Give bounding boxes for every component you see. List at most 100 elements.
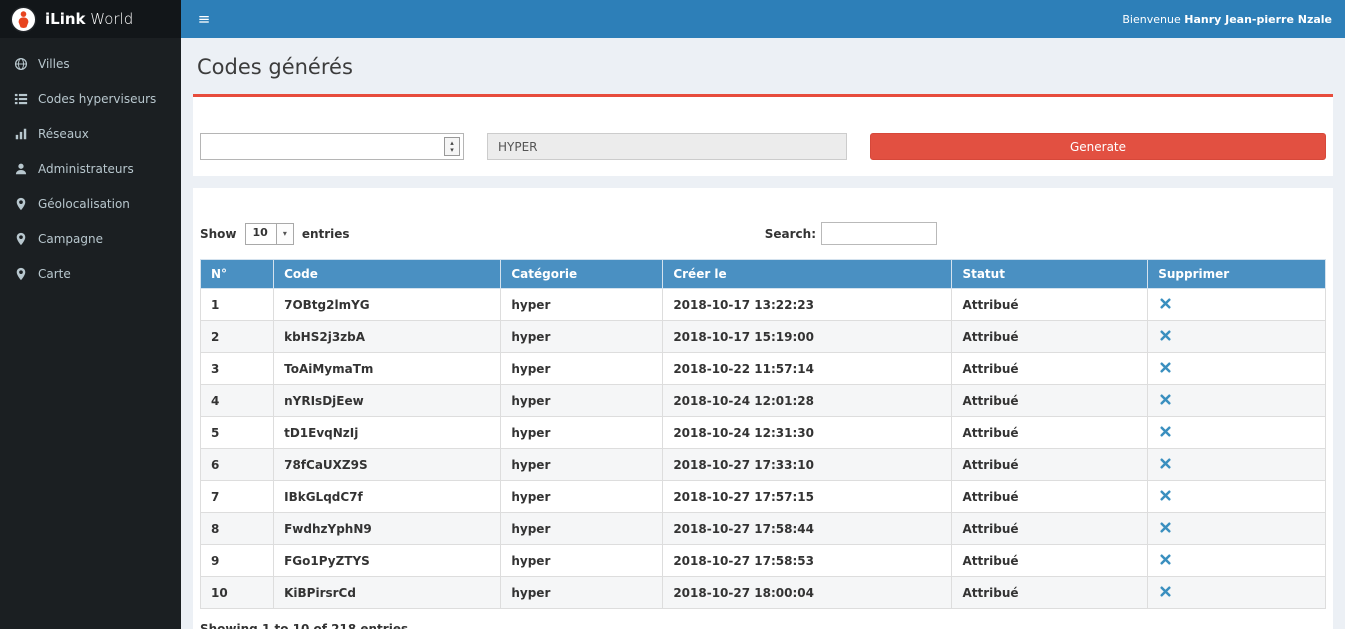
sidebar-item-label: Codes hyperviseurs	[38, 92, 156, 106]
app-window: iLink World Villes Codes hyperviseurs Ré…	[0, 0, 1345, 629]
cell-num: 5	[201, 417, 274, 449]
cell-category: hyper	[501, 417, 663, 449]
globe-icon	[13, 56, 28, 71]
delete-code-icon[interactable]	[1158, 585, 1173, 598]
cell-status: Attribué	[952, 417, 1148, 449]
delete-code-icon[interactable]	[1158, 329, 1173, 342]
chevron-down-icon: ▾	[276, 224, 293, 244]
content: Codes générés ▴ ▾ Generate	[181, 38, 1345, 629]
cell-created: 2018-10-27 17:58:44	[663, 513, 952, 545]
table-info: Showing 1 to 10 of 218 entries	[200, 622, 1326, 629]
table-row: 6 78fCaUXZ9S hyper 2018-10-27 17:33:10 A…	[201, 449, 1326, 481]
delete-code-icon[interactable]	[1158, 361, 1173, 374]
table-row: 4 nYRIsDjEew hyper 2018-10-24 12:01:28 A…	[201, 385, 1326, 417]
code-count-input[interactable]	[200, 133, 464, 160]
table-controls: Show 10 ▾ entries Search:	[200, 222, 1326, 245]
cell-status: Attribué	[952, 513, 1148, 545]
cell-category: hyper	[501, 577, 663, 609]
page-length-select[interactable]: 10 ▾	[245, 223, 294, 245]
cell-code: 7OBtg2lmYG	[274, 289, 501, 321]
welcome-message: Bienvenue Hanry Jean-pierre Nzale	[1122, 13, 1345, 26]
spinner-down-icon[interactable]: ▾	[450, 147, 454, 154]
codes-table: N° Code Catégorie Créer le Statut Suppri…	[200, 259, 1326, 609]
brand-name-bold: iLink	[45, 10, 86, 28]
count-field-wrap: ▴ ▾	[200, 133, 464, 160]
sidebar-item[interactable]: Codes hyperviseurs	[0, 81, 181, 116]
search-label: Search:	[765, 227, 816, 241]
generate-button[interactable]: Generate	[870, 133, 1326, 160]
delete-code-icon[interactable]	[1158, 489, 1173, 502]
sidebar-item-label: Campagne	[38, 232, 103, 246]
sidebar-item-label: Réseaux	[38, 127, 89, 141]
sidebar-item[interactable]: Campagne	[0, 221, 181, 256]
column-header[interactable]: Code	[274, 260, 501, 289]
cell-num: 2	[201, 321, 274, 353]
delete-code-icon[interactable]	[1158, 553, 1173, 566]
delete-code-icon[interactable]	[1158, 521, 1173, 534]
sidebar-toggle-icon[interactable]: ≡	[181, 0, 227, 38]
cell-num: 7	[201, 481, 274, 513]
chart-icon	[13, 126, 28, 141]
sidebar-item-label: Géolocalisation	[38, 197, 130, 211]
sidebar-item[interactable]: Géolocalisation	[0, 186, 181, 221]
list-icon	[13, 91, 28, 106]
column-header[interactable]: Supprimer	[1148, 260, 1326, 289]
search-box: Search:	[765, 222, 937, 245]
cell-category: hyper	[501, 353, 663, 385]
cell-num: 8	[201, 513, 274, 545]
cell-status: Attribué	[952, 449, 1148, 481]
cell-delete	[1148, 289, 1326, 321]
column-header[interactable]: Statut	[952, 260, 1148, 289]
sidebar-item[interactable]: Villes	[0, 46, 181, 81]
cell-category: hyper	[501, 449, 663, 481]
cell-num: 4	[201, 385, 274, 417]
table-row: 10 KiBPirsrCd hyper 2018-10-27 18:00:04 …	[201, 577, 1326, 609]
cell-created: 2018-10-17 13:22:23	[663, 289, 952, 321]
cell-num: 6	[201, 449, 274, 481]
cell-delete	[1148, 577, 1326, 609]
code-generator-panel: ▴ ▾ Generate	[193, 94, 1333, 176]
cell-category: hyper	[501, 289, 663, 321]
table-row: 8 FwdhzYphN9 hyper 2018-10-27 17:58:44 A…	[201, 513, 1326, 545]
sidebar-item[interactable]: Administrateurs	[0, 151, 181, 186]
brand[interactable]: iLink World	[0, 0, 181, 38]
cell-code: 78fCaUXZ9S	[274, 449, 501, 481]
entries-label: entries	[302, 227, 350, 241]
cell-category: hyper	[501, 545, 663, 577]
delete-code-icon[interactable]	[1158, 297, 1173, 310]
cell-delete	[1148, 545, 1326, 577]
sidebar-item[interactable]: Réseaux	[0, 116, 181, 151]
sidebar-item-label: Carte	[38, 267, 71, 281]
cell-created: 2018-10-24 12:01:28	[663, 385, 952, 417]
cell-created: 2018-10-27 18:00:04	[663, 577, 952, 609]
column-header[interactable]: Catégorie	[501, 260, 663, 289]
cell-delete	[1148, 481, 1326, 513]
page-length-value: 10	[246, 224, 276, 244]
cell-code: nYRIsDjEew	[274, 385, 501, 417]
cell-status: Attribué	[952, 353, 1148, 385]
number-spinner[interactable]: ▴ ▾	[444, 137, 460, 156]
cell-delete	[1148, 353, 1326, 385]
search-input[interactable]	[821, 222, 937, 245]
sidebar-item[interactable]: Carte	[0, 256, 181, 291]
codes-table-panel: Show 10 ▾ entries Search:	[193, 188, 1333, 629]
delete-code-icon[interactable]	[1158, 393, 1173, 406]
user-icon	[13, 161, 28, 176]
cell-delete	[1148, 513, 1326, 545]
column-header[interactable]: N°	[201, 260, 274, 289]
delete-code-icon[interactable]	[1158, 425, 1173, 438]
app-logo-icon	[10, 6, 37, 33]
cell-delete	[1148, 321, 1326, 353]
cell-num: 10	[201, 577, 274, 609]
topbar: ≡ Bienvenue Hanry Jean-pierre Nzale	[181, 0, 1345, 38]
cell-code: kbHS2j3zbA	[274, 321, 501, 353]
column-header[interactable]: Créer le	[663, 260, 952, 289]
cell-status: Attribué	[952, 577, 1148, 609]
table-head: N° Code Catégorie Créer le Statut Suppri…	[201, 260, 1326, 289]
cell-code: FGo1PyZTYS	[274, 545, 501, 577]
delete-code-icon[interactable]	[1158, 457, 1173, 470]
cell-code: KiBPirsrCd	[274, 577, 501, 609]
cell-status: Attribué	[952, 545, 1148, 577]
table-row: 3 ToAiMymaTm hyper 2018-10-22 11:57:14 A…	[201, 353, 1326, 385]
cell-status: Attribué	[952, 289, 1148, 321]
